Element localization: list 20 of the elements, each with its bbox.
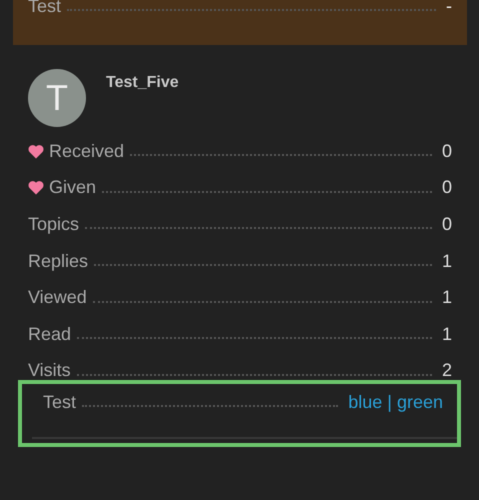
field-value: blue | green bbox=[348, 392, 443, 413]
stat-value: 0 bbox=[442, 177, 452, 198]
stat-value: 1 bbox=[442, 287, 452, 308]
stat-label: Given bbox=[49, 177, 96, 198]
field-label: Test bbox=[43, 392, 76, 413]
stat-label: Replies bbox=[28, 250, 88, 272]
stat-value: 2 bbox=[442, 360, 452, 382]
stat-label: Topics bbox=[28, 214, 80, 235]
stat-label: Viewed bbox=[28, 287, 87, 308]
stat-value: 1 bbox=[442, 324, 452, 345]
stat-value: 0 bbox=[442, 140, 452, 162]
username[interactable]: Test_Five bbox=[106, 74, 179, 94]
stat-value: 1 bbox=[442, 250, 452, 272]
stat-label: Received bbox=[49, 140, 124, 162]
stat-label: Visits bbox=[28, 360, 71, 382]
stat-value: 0 bbox=[442, 214, 452, 235]
heart-icon bbox=[28, 144, 44, 159]
stat-label: Read bbox=[28, 324, 72, 345]
heart-icon bbox=[28, 180, 44, 196]
field-value: - bbox=[446, 0, 452, 17]
